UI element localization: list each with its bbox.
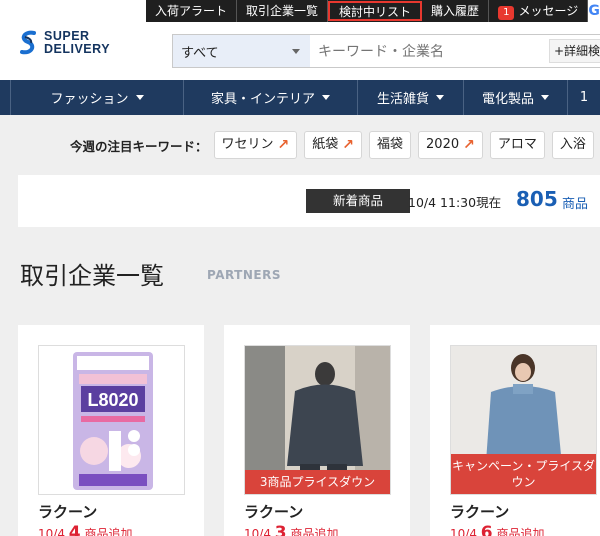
nav-furniture[interactable]: 家具・インテリア [183,80,357,115]
partner-card[interactable]: L8020 ラクーン 10/4 4 商品追加 [18,325,204,536]
keyword-chip[interactable]: 紙袋 ↗ [304,131,363,159]
partner-name[interactable]: ラクーン [244,501,303,522]
nav-electronics[interactable]: 電化製品 [463,80,567,115]
keyword-text: 紙袋 [312,137,339,152]
nav-furniture-label: 家具・インテリア [210,92,315,107]
nav-fashion[interactable]: ファッション [10,80,183,115]
product-image[interactable]: L8020 [38,345,185,495]
chevron-down-icon [541,95,549,100]
update-suffix: 商品追加 [496,527,545,536]
chevron-down-icon [292,49,300,54]
page-subtitle: PARTNERS [207,268,281,282]
trending-keywords-label: 今週の注目キーワード： [70,138,208,154]
new-items-count[interactable]: 805 [516,187,558,211]
update-date: 10/4 [38,527,65,536]
google-icon[interactable]: G [588,0,600,22]
link-stock-alert[interactable]: 入荷アラート [146,0,238,22]
top-links: 入荷アラート 取引企業一覧 検討中リスト 購入履歴 1 メッセージ G [146,0,600,22]
logo-mark-icon [20,30,36,55]
new-items-unit: 商品 [562,197,589,212]
search-bar: すべて +詳細検 [172,34,600,68]
update-date: 10/4 [244,527,271,536]
promo-banner: キャンペーン・プライスダウン [451,454,596,494]
keyword-chip[interactable]: ワセリン ↗ [213,131,298,159]
nav-more[interactable]: 1 [567,80,600,115]
partner-card[interactable]: 3商品プライスダウン ラクーン 10/4 3 商品追加 [224,325,410,536]
nav-daily-goods-label: 生活雑貨 [376,92,429,107]
nav-more-label: 1 [579,90,589,105]
chevron-down-icon [436,95,444,100]
new-items-panel: 新着商品 10/4 11:30現在 805 商品 [18,175,600,227]
new-items-label[interactable]: 新着商品 [306,189,410,213]
partner-card[interactable]: キャンペーン・プライスダウン ラクーン 10/4 6 商品追加 [430,325,600,536]
trend-up-icon: ↗ [277,137,290,153]
product-image[interactable]: 3商品プライスダウン [244,345,391,495]
promo-banner: 3商品プライスダウン [245,470,390,494]
nav-daily-goods[interactable]: 生活雑貨 [357,80,463,115]
keyword-chip[interactable]: 2020 ↗ [418,131,483,159]
category-select-value: すべて [181,45,219,61]
keyword-text: 福袋 [377,137,404,152]
category-select[interactable]: すべて [173,35,310,67]
product-image[interactable]: キャンペーン・プライスダウン [450,345,597,495]
update-suffix: 商品追加 [84,527,133,536]
update-suffix: 商品追加 [290,527,339,536]
keyword-chip[interactable]: アロマ [489,131,545,159]
update-date: 10/4 [450,527,477,536]
advanced-search-button[interactable]: +詳細検 [549,39,600,63]
logo-text: SUPER DELIVERY [44,30,110,56]
trend-up-icon: ↗ [342,137,355,153]
partner-name[interactable]: ラクーン [450,501,509,522]
keyword-chip[interactable]: 福袋 [369,131,412,159]
site-header: SUPER DELIVERY すべて +詳細検 [0,22,600,80]
message-count-badge: 1 [498,6,515,20]
product-package-image: L8020 [39,346,184,494]
partner-name[interactable]: ラクーン [38,501,97,522]
keyword-text: アロマ [497,137,537,152]
trending-keywords: 今週の注目キーワード： ワセリン ↗ 紙袋 ↗ 福袋 2020 ↗ アロマ 入浴 [70,130,600,160]
partner-update: 10/4 3 商品追加 [244,523,338,536]
new-items-timestamp: 10/4 11:30現在 [408,195,502,210]
logo[interactable]: SUPER DELIVERY [18,30,110,56]
chevron-down-icon [135,95,144,100]
trend-up-icon: ↗ [463,137,475,153]
category-nav: ファッション 家具・インテリア 生活雑貨 電化製品 1 [0,80,600,115]
product-label-text: L8020 [87,390,138,410]
update-count: 4 [68,523,81,536]
update-count: 3 [274,523,287,536]
keyword-text: 入浴 [559,137,586,152]
update-count: 6 [480,523,493,536]
keyword-chip[interactable]: 入浴 [551,131,594,159]
nav-fashion-label: ファッション [50,92,129,107]
page-title: 取引企業一覧 [20,262,164,290]
messages-label: メッセージ [518,4,579,18]
link-wishlist[interactable]: 検討中リスト [328,1,423,21]
partner-update: 10/4 4 商品追加 [38,523,132,536]
logo-line2: DELIVERY [44,42,111,56]
keyword-text: ワセリン [221,137,274,152]
link-purchase-history[interactable]: 購入履歴 [422,0,490,22]
keyword-text: 2020 [426,137,460,152]
link-partners[interactable]: 取引企業一覧 [237,0,329,22]
chevron-down-icon [322,95,330,100]
partner-update: 10/4 6 商品追加 [450,523,544,536]
link-messages[interactable]: 1 メッセージ [489,0,589,22]
top-utility-bar: 入荷アラート 取引企業一覧 検討中リスト 購入履歴 1 メッセージ G [0,0,600,22]
nav-electronics-label: 電化製品 [481,92,534,107]
